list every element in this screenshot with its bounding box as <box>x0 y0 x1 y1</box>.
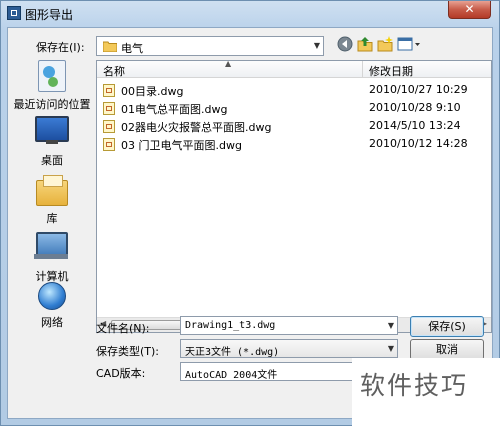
column-header-name[interactable]: 名称 <box>103 63 125 79</box>
libraries-icon <box>36 175 68 206</box>
place-label: 最近访问的位置 <box>13 98 91 111</box>
file-list-header: 名称 ▲ 修改日期 <box>97 61 491 78</box>
file-row[interactable]: 02器电火灾报警总平面图.dwg 2014/5/10 13:24 <box>101 117 487 135</box>
place-computer[interactable]: 计算机 <box>10 228 94 284</box>
dwg-file-icon <box>103 120 115 133</box>
filename-input[interactable]: Drawing1_t3.dwg ▼ <box>180 316 398 335</box>
file-date: 2010/10/28 9:10 <box>369 101 461 114</box>
app-icon <box>7 6 21 20</box>
file-row[interactable]: 00目录.dwg 2010/10/27 10:29 <box>101 81 487 99</box>
chevron-down-icon[interactable]: ▼ <box>388 344 394 353</box>
sort-up-icon: ▲ <box>225 60 232 68</box>
file-name: 01电气总平面图.dwg <box>121 103 228 116</box>
filename-value: Drawing1_t3.dwg <box>185 320 276 331</box>
place-network[interactable]: 网络 <box>10 282 94 330</box>
file-row[interactable]: 03 门卫电气平面图.dwg 2010/10/12 14:28 <box>101 135 487 153</box>
place-desktop[interactable]: 桌面 <box>10 116 94 168</box>
folder-icon <box>102 41 118 55</box>
desktop-icon <box>35 116 69 144</box>
cad-version-label: CAD版本: <box>96 367 146 380</box>
close-button[interactable]: ✕ <box>448 1 491 19</box>
view-menu-icon[interactable] <box>396 36 422 54</box>
chevron-down-icon: ▼ <box>313 41 320 50</box>
file-name: 03 门卫电气平面图.dwg <box>121 139 242 152</box>
dwg-file-icon <box>103 138 115 151</box>
save-in-label: 保存在(I): <box>36 41 85 54</box>
place-libraries[interactable]: 库 <box>10 172 94 226</box>
save-in-combo[interactable]: 电气 ▼ <box>96 36 324 56</box>
filetype-label: 保存类型(T): <box>96 345 160 358</box>
window-title: 图形导出 <box>25 8 74 22</box>
places-bar: 最近访问的位置 桌面 库 计算机 网络 <box>10 60 94 329</box>
title-bar[interactable]: 图形导出 ✕ <box>1 1 499 27</box>
place-label: 网络 <box>41 316 63 329</box>
file-name: 02器电火灾报警总平面图.dwg <box>121 121 272 134</box>
file-date: 2010/10/12 14:28 <box>369 137 468 150</box>
place-label: 桌面 <box>41 154 63 167</box>
network-icon <box>38 282 66 310</box>
file-list[interactable]: 名称 ▲ 修改日期 00目录.dwg 2010/10/27 10:29 01电气… <box>96 60 492 333</box>
watermark-text: 软件技巧 <box>360 371 469 400</box>
file-row[interactable]: 01电气总平面图.dwg 2010/10/28 9:10 <box>101 99 487 117</box>
filetype-value: 天正3文件 (*.dwg) <box>185 347 280 358</box>
save-button[interactable]: 保存(S) <box>410 316 484 337</box>
file-date: 2014/5/10 13:24 <box>369 119 461 132</box>
cancel-button[interactable]: 取消 <box>410 339 484 360</box>
place-label: 库 <box>46 212 58 225</box>
column-divider[interactable] <box>362 61 363 77</box>
watermark-overlay: 软件技巧 <box>352 358 500 426</box>
save-in-value: 电气 <box>121 42 143 55</box>
dwg-file-icon <box>103 84 115 97</box>
new-folder-icon[interactable] <box>376 36 394 54</box>
back-icon[interactable] <box>336 36 354 54</box>
computer-icon <box>34 232 68 259</box>
up-folder-icon[interactable] <box>356 36 374 54</box>
cad-version-value: AutoCAD 2004文件 <box>185 370 278 381</box>
filename-label: 文件名(N): <box>96 322 150 335</box>
file-date: 2010/10/27 10:29 <box>369 83 468 96</box>
place-recent[interactable]: 最近访问的位置 <box>10 60 94 112</box>
chevron-down-icon[interactable]: ▼ <box>388 321 394 330</box>
file-name: 00目录.dwg <box>121 85 184 98</box>
column-header-date[interactable]: 修改日期 <box>369 63 413 79</box>
dwg-file-icon <box>103 102 115 115</box>
recent-places-icon <box>38 60 66 92</box>
filetype-select[interactable]: 天正3文件 (*.dwg) ▼ <box>180 339 398 358</box>
